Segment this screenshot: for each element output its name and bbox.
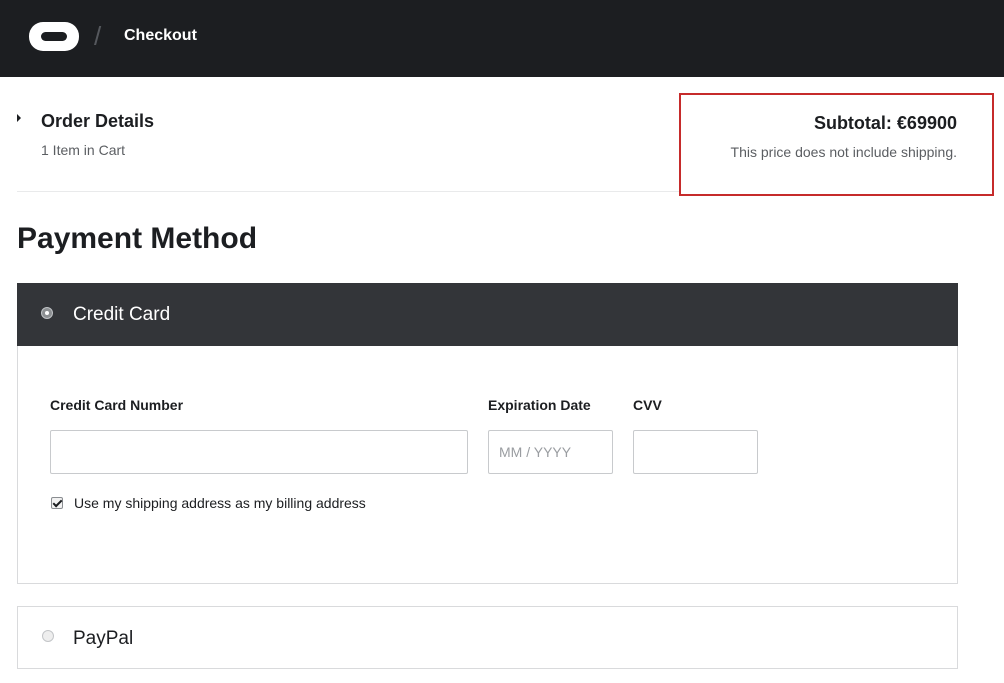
billing-address-label[interactable]: Use my shipping address as my billing ad…: [74, 495, 366, 511]
paypal-option[interactable]: PayPal: [17, 606, 958, 669]
subtotal-amount: Subtotal: €69900: [813, 113, 957, 133]
section-divider: [17, 191, 679, 192]
credit-card-form: Credit Card Number Expiration Date CVV U…: [17, 346, 958, 584]
billing-address-checkbox[interactable]: [51, 497, 63, 509]
top-bar: / Checkout: [0, 0, 1004, 77]
card-number-input[interactable]: [50, 430, 468, 474]
credit-card-label[interactable]: Credit Card: [73, 304, 170, 326]
credit-card-option[interactable]: Credit Card: [17, 283, 958, 346]
subtotal-highlight: Subtotal: €69900 This price does not inc…: [679, 93, 994, 196]
paypal-radio[interactable]: [42, 630, 54, 642]
breadcrumb-separator: /: [94, 21, 102, 51]
card-number-label: Credit Card Number: [50, 397, 184, 413]
expiration-date-label: Expiration Date: [488, 397, 591, 413]
credit-card-radio[interactable]: [41, 307, 53, 319]
paypal-label[interactable]: PayPal: [73, 628, 133, 650]
shipping-note: This price does not include shipping.: [730, 144, 957, 160]
oculus-logo-icon[interactable]: [29, 22, 79, 51]
expiration-date-input[interactable]: [488, 430, 613, 474]
cart-item-count: 1 Item in Cart: [41, 142, 126, 158]
page-title: Payment Method: [17, 222, 258, 255]
order-details-title[interactable]: Order Details: [41, 111, 154, 131]
cvv-label: CVV: [633, 397, 662, 413]
caret-right-icon[interactable]: [17, 114, 21, 122]
cvv-input[interactable]: [633, 430, 758, 474]
breadcrumb-checkout: Checkout: [124, 27, 197, 44]
